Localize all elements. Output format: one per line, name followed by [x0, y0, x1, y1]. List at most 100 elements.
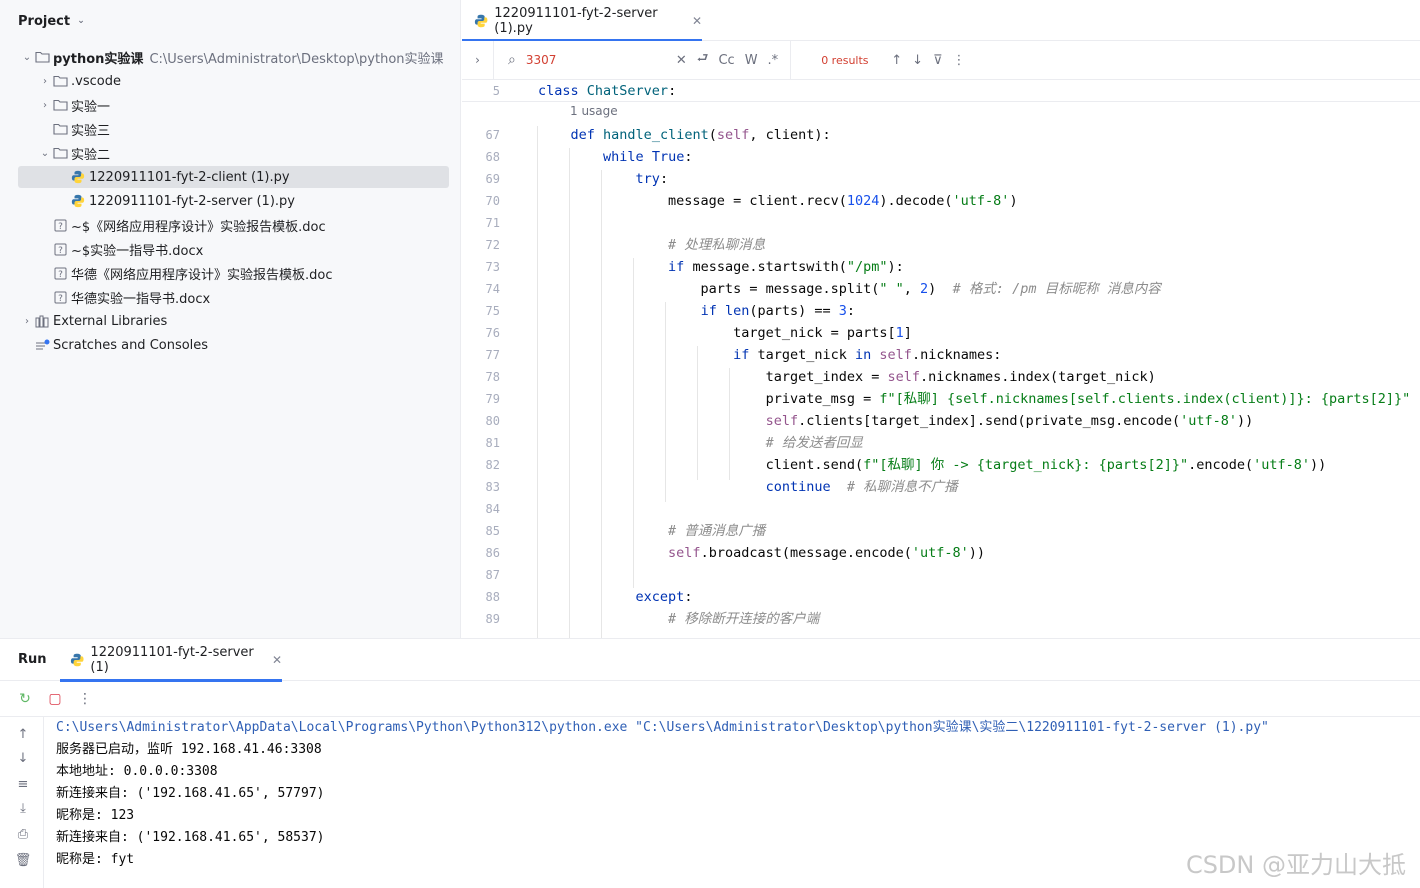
- tree-item[interactable]: ? 华德《网络应用程序设计》实验报告模板.doc: [18, 262, 449, 284]
- print-icon[interactable]: ⎙: [14, 827, 32, 842]
- scroll-to-end-icon[interactable]: ⤓: [14, 801, 32, 816]
- line-number: 84: [485, 502, 500, 516]
- tree-item-label: ~$《网络应用程序设计》实验报告模板.doc: [71, 219, 326, 235]
- code-line[interactable]: 85 # 普通消息广播: [462, 520, 1420, 542]
- tree-item[interactable]: › External Libraries: [18, 310, 449, 332]
- tree-item-label: python实验课: [53, 51, 144, 67]
- next-occurrence-icon[interactable]: ↓: [912, 53, 923, 68]
- code-line[interactable]: 86 self.broadcast(message.encode('utf-8'…: [462, 542, 1420, 564]
- close-icon[interactable]: ✕: [692, 14, 702, 28]
- line-number: 77: [485, 348, 500, 362]
- console-line: 新连接来自: ('192.168.41.65', 58537): [56, 830, 325, 845]
- line-number: 68: [485, 150, 500, 164]
- filter-icon[interactable]: ⊽: [933, 53, 943, 68]
- console-line: 本地地址: 0.0.0.0:3308: [56, 764, 218, 779]
- code-line[interactable]: 88 except:: [462, 586, 1420, 608]
- rerun-icon[interactable]: ↻: [10, 691, 40, 707]
- code-editor[interactable]: 5 class ChatServer: 1 usage 67 def handle_c…: [462, 80, 1420, 638]
- tree-item[interactable]: ? ~$《网络应用程序设计》实验报告模板.doc: [18, 214, 449, 236]
- clear-search-icon[interactable]: ✕: [676, 53, 687, 68]
- tree-item-label: Scratches and Consoles: [53, 337, 209, 353]
- code-line[interactable]: 79 private_msg = f"[私聊] {self.nicknames[…: [462, 388, 1420, 410]
- code-line[interactable]: 74 parts = message.split(" ", 2) # 格式: /…: [462, 278, 1420, 300]
- run-tab-server[interactable]: 1220911101-fyt-2-server (1) ✕: [60, 639, 282, 682]
- console-line: 昵称是: fyt: [56, 852, 135, 867]
- project-view-selector[interactable]: Project ⌄: [18, 11, 86, 31]
- code-text: class ChatServer:: [538, 83, 677, 99]
- library-icon: [34, 314, 50, 328]
- code-line[interactable]: 67 def handle_client(self, client):: [462, 124, 1420, 146]
- tree-item[interactable]: ? ~$实验一指导书.docx: [18, 238, 449, 260]
- replace-toggle-icon[interactable]: ⮐: [697, 49, 709, 71]
- tree-item[interactable]: Scratches and Consoles: [18, 334, 449, 356]
- trash-icon[interactable]: 🗑: [14, 853, 32, 868]
- more-options-icon[interactable]: ⋮: [70, 691, 100, 707]
- scroll-down-icon[interactable]: ↓: [14, 751, 32, 766]
- line-number: 71: [485, 216, 500, 230]
- tree-item-label: ~$实验一指导书.docx: [71, 243, 204, 259]
- match-case-button[interactable]: Cc: [718, 53, 734, 68]
- line-number: 88: [485, 590, 500, 604]
- python-file-icon: [474, 14, 488, 27]
- tree-item[interactable]: › .vscode: [18, 70, 449, 92]
- code-text: # 普通消息广播: [668, 523, 766, 539]
- line-number: 76: [485, 326, 500, 340]
- stop-icon[interactable]: ▢: [40, 691, 70, 707]
- code-text: parts = message.split(" ", 2) # 格式: /pm …: [538, 281, 1161, 297]
- code-line[interactable]: 69 try:: [462, 168, 1420, 190]
- code-line[interactable]: 70 message = client.recv(1024).decode('u…: [462, 190, 1420, 212]
- whole-words-button[interactable]: W: [745, 53, 758, 68]
- code-line[interactable]: 71: [462, 212, 1420, 234]
- close-icon[interactable]: ✕: [272, 653, 282, 667]
- code-line[interactable]: 72 # 处理私聊消息: [462, 234, 1420, 256]
- code-line[interactable]: 81 # 给发送者回显: [462, 432, 1420, 454]
- code-line[interactable]: 68 while True:: [462, 146, 1420, 168]
- line-number: 73: [485, 260, 500, 274]
- chevron-down-icon[interactable]: ⌄: [20, 52, 34, 63]
- line-number: 79: [485, 392, 500, 406]
- line-number: 67: [485, 128, 500, 142]
- search-icon[interactable]: ⌕: [508, 52, 516, 68]
- chevron-right-icon[interactable]: ›: [38, 100, 52, 111]
- code-line[interactable]: 82 client.send(f"[私聊] 你 -> {target_nick}…: [462, 454, 1420, 476]
- tree-item[interactable]: › 实验一: [18, 94, 449, 116]
- code-line[interactable]: 76 target_nick = parts[1]: [462, 322, 1420, 344]
- code-line[interactable]: 83 continue # 私聊消息不广播: [462, 476, 1420, 498]
- code-line[interactable]: 89 # 移除断开连接的客户端: [462, 608, 1420, 630]
- tree-item[interactable]: 1220911101-fyt-2-server (1).py: [18, 190, 449, 212]
- code-line[interactable]: 84: [462, 498, 1420, 520]
- tree-item-label: .vscode: [71, 73, 121, 89]
- more-options-icon[interactable]: ⋮: [953, 53, 966, 68]
- tree-item[interactable]: ⌄ 实验二: [18, 142, 449, 164]
- code-line[interactable]: 78 target_index = self.nicknames.index(t…: [462, 366, 1420, 388]
- line-number: 70: [485, 194, 500, 208]
- chevron-down-icon[interactable]: ⌄: [38, 148, 52, 159]
- line-number: 87: [485, 568, 500, 582]
- previous-occurrence-icon[interactable]: ↑: [891, 53, 902, 68]
- search-input[interactable]: 3307: [526, 53, 666, 67]
- code-line[interactable]: 77 if target_nick in self.nicknames:: [462, 344, 1420, 366]
- tree-item[interactable]: 实验三: [18, 118, 449, 140]
- folder-icon: [34, 50, 50, 64]
- chevron-right-icon[interactable]: ›: [38, 76, 52, 87]
- usage-hint[interactable]: 1 usage: [570, 104, 618, 118]
- sticky-scope-line[interactable]: 5 class ChatServer:: [462, 80, 1420, 102]
- code-line[interactable]: 73 if message.startswith("/pm"):: [462, 256, 1420, 278]
- soft-wrap-icon[interactable]: ≡: [14, 777, 32, 792]
- tree-item[interactable]: ? 华德实验一指导书.docx: [18, 286, 449, 308]
- code-line[interactable]: 75 if len(parts) == 3:: [462, 300, 1420, 322]
- chevron-right-icon[interactable]: ›: [462, 40, 494, 80]
- python-run-icon: [70, 653, 84, 667]
- chevron-right-icon[interactable]: ›: [20, 316, 34, 327]
- code-line[interactable]: 87: [462, 564, 1420, 586]
- folder-icon: [52, 146, 68, 160]
- unknown-file-icon: ?: [52, 218, 68, 232]
- regex-button[interactable]: .*: [768, 53, 779, 68]
- editor-tab-server-file[interactable]: 1220911101-fyt-2-server (1).py ✕: [462, 0, 702, 42]
- watermark: CSDN @亚力山大抵: [1185, 851, 1406, 879]
- scroll-up-icon[interactable]: ↑: [14, 727, 32, 742]
- code-line[interactable]: 80 self.clients[target_index].send(priva…: [462, 410, 1420, 432]
- tree-item[interactable]: 1220911101-fyt-2-client (1).py: [18, 166, 449, 188]
- tree-item[interactable]: ⌄ python实验课 C:\Users\Administrator\Desktop…: [18, 46, 449, 68]
- code-text: self.clients[target_index].send(private_…: [765, 413, 1254, 429]
